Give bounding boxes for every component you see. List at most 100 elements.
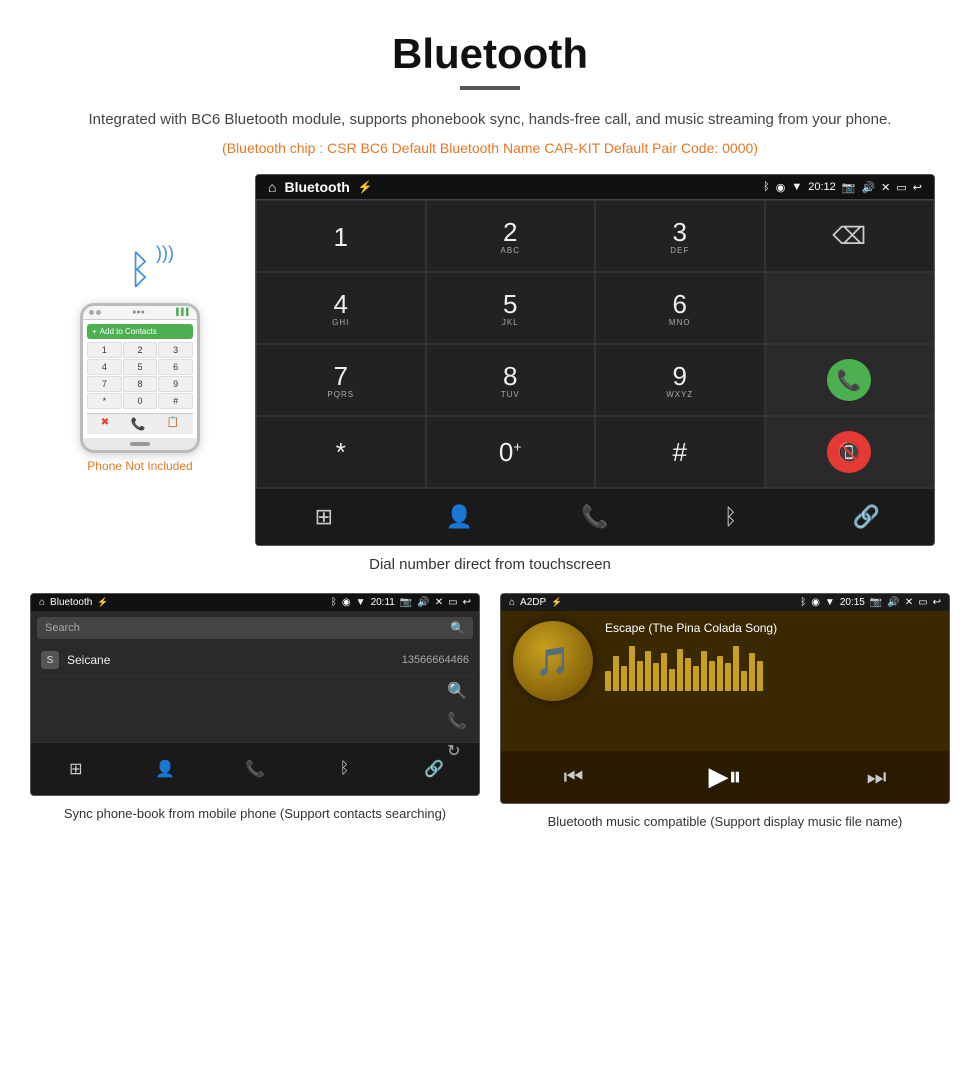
music-content: 🎵 Escape (The Pina Colada Song) bbox=[501, 611, 949, 751]
dial-caption: Dial number direct from touchscreen bbox=[0, 556, 980, 573]
phonebook-screenshot: ⌂ Bluetooth ⚡ ᛒ ◉ ▼ 20:11 📷 🔊 ✕ ▭ ↩ bbox=[30, 593, 480, 832]
key-1[interactable]: 1 bbox=[256, 200, 426, 272]
contacts-nav-icon[interactable]: 👤 bbox=[437, 499, 481, 535]
music-time: 20:15 bbox=[840, 597, 865, 608]
time-display: 20:12 bbox=[808, 181, 836, 193]
description-text: Integrated with BC6 Bluetooth module, su… bbox=[0, 108, 980, 132]
pb-bottom-nav: ⊞ 👤 📞 ᛒ 🔗 bbox=[31, 742, 479, 795]
music-note-icon: 🎵 bbox=[536, 645, 571, 678]
key-star[interactable]: * bbox=[256, 416, 426, 488]
eq-bar bbox=[693, 666, 699, 691]
key-6[interactable]: 6MNO bbox=[595, 272, 765, 344]
song-title: Escape (The Pina Colada Song) bbox=[605, 621, 937, 635]
eq-bar bbox=[685, 658, 691, 691]
empty-cell-1 bbox=[765, 272, 935, 344]
music-back-icon[interactable]: ↩ bbox=[933, 597, 941, 608]
pb-time: 20:11 bbox=[371, 597, 395, 608]
key-8[interactable]: 8TUV bbox=[426, 344, 596, 416]
key-7[interactable]: 7PQRS bbox=[256, 344, 426, 416]
pb-nav-grid-icon[interactable]: ⊞ bbox=[54, 751, 98, 787]
music-home-icon[interactable]: ⌂ bbox=[509, 597, 515, 608]
eq-bar bbox=[725, 663, 731, 691]
eq-bar bbox=[629, 646, 635, 691]
close-icon[interactable]: ✕ bbox=[881, 181, 890, 194]
bottom-screenshots-row: ⌂ Bluetooth ⚡ ᛒ ◉ ▼ 20:11 📷 🔊 ✕ ▭ ↩ bbox=[0, 593, 980, 832]
pb-content: Search 🔍 S Seicane 13566664466 🔍 📞 bbox=[31, 611, 479, 795]
bluetooth-nav-icon[interactable]: ᛒ bbox=[709, 499, 753, 535]
phonebook-caption: Sync phone-book from mobile phone (Suppo… bbox=[30, 804, 480, 824]
key-2[interactable]: 2ABC bbox=[426, 200, 596, 272]
prev-button[interactable]: ⏮ bbox=[564, 764, 584, 790]
wifi-signal-icon: ))) bbox=[156, 243, 174, 264]
pb-contact-row: S Seicane 13566664466 bbox=[37, 645, 473, 676]
pb-side-refresh-icon[interactable]: ↻ bbox=[447, 741, 467, 761]
music-screenshot: ⌂ A2DP ⚡ ᛒ ◉ ▼ 20:15 📷 🔊 ✕ ▭ ↩ bbox=[500, 593, 950, 832]
key-hash[interactable]: # bbox=[595, 416, 765, 488]
album-art: 🎵 bbox=[513, 621, 593, 701]
link-nav-icon[interactable]: 🔗 bbox=[844, 499, 888, 535]
pb-side-search-icon[interactable]: 🔍 bbox=[447, 681, 467, 701]
music-close-icon[interactable]: ✕ bbox=[905, 597, 913, 608]
phone-nav-icon[interactable]: 📞 bbox=[573, 499, 617, 535]
eq-bar bbox=[605, 671, 611, 691]
home-icon[interactable]: ⌂ bbox=[268, 179, 276, 195]
key-4[interactable]: 4GHI bbox=[256, 272, 426, 344]
pb-search-icon: 🔍 bbox=[450, 621, 465, 635]
pb-back-icon[interactable]: ↩ bbox=[463, 597, 471, 608]
pb-nav-bt-icon[interactable]: ᛒ bbox=[323, 751, 367, 787]
bottom-nav-bar: ⊞ 👤 📞 ᛒ 🔗 bbox=[256, 488, 934, 545]
grid-nav-icon[interactable]: ⊞ bbox=[302, 499, 346, 535]
music-frame: ⌂ A2DP ⚡ ᛒ ◉ ▼ 20:15 📷 🔊 ✕ ▭ ↩ bbox=[500, 593, 950, 804]
window-icon[interactable]: ▭ bbox=[896, 181, 906, 194]
pb-nav-user-icon[interactable]: 👤 bbox=[143, 751, 187, 787]
pb-close-icon[interactable]: ✕ bbox=[435, 597, 443, 608]
pb-home-icon[interactable]: ⌂ bbox=[39, 597, 45, 608]
pb-status-bar: ⌂ Bluetooth ⚡ ᛒ ◉ ▼ 20:11 📷 🔊 ✕ ▭ ↩ bbox=[31, 594, 479, 611]
key-9[interactable]: 9WXYZ bbox=[595, 344, 765, 416]
phone-not-included-label: Phone Not Included bbox=[87, 459, 192, 473]
next-button[interactable]: ⏭ bbox=[867, 764, 887, 790]
music-controls: ⏮ ▶⏸ ⏭ bbox=[501, 751, 949, 803]
signal-icon: ▼ bbox=[791, 181, 802, 193]
play-pause-button[interactable]: ▶⏸ bbox=[709, 761, 742, 793]
eq-bar bbox=[645, 651, 651, 691]
page-title: Bluetooth bbox=[0, 0, 980, 86]
pb-search-bar[interactable]: Search 🔍 bbox=[37, 617, 473, 639]
eq-bar bbox=[709, 661, 715, 691]
status-bar: ⌂ Bluetooth ⚡ ᛒ ◉ ▼ 20:12 📷 🔊 ✕ ▭ ↩ bbox=[256, 175, 934, 199]
equalizer bbox=[605, 641, 937, 691]
eq-bar bbox=[613, 656, 619, 691]
eq-bar bbox=[757, 661, 763, 691]
pb-side-phone-icon[interactable]: 📞 bbox=[447, 711, 467, 731]
eq-bar bbox=[749, 653, 755, 691]
music-status-bar: ⌂ A2DP ⚡ ᛒ ◉ ▼ 20:15 📷 🔊 ✕ ▭ ↩ bbox=[501, 594, 949, 611]
pb-nav-phone-icon[interactable]: 📞 bbox=[233, 751, 277, 787]
eq-bar bbox=[741, 671, 747, 691]
call-red-button[interactable]: 📵 bbox=[765, 416, 935, 488]
call-green-button[interactable]: 📞 bbox=[765, 344, 935, 416]
pb-window-icon[interactable]: ▭ bbox=[448, 597, 457, 608]
volume-icon: 🔊 bbox=[861, 181, 875, 194]
back-icon[interactable]: ↩ bbox=[913, 181, 922, 194]
music-caption: Bluetooth music compatible (Support disp… bbox=[500, 812, 950, 832]
phonebook-frame: ⌂ Bluetooth ⚡ ᛒ ◉ ▼ 20:11 📷 🔊 ✕ ▭ ↩ bbox=[30, 593, 480, 796]
eq-bar bbox=[677, 649, 683, 691]
key-0[interactable]: 0+ bbox=[426, 416, 596, 488]
pb-vol-icon: 🔊 bbox=[417, 597, 429, 608]
pb-camera-icon: 📷 bbox=[400, 597, 412, 608]
pb-title: Bluetooth bbox=[50, 597, 92, 608]
pb-contact-name: Seicane bbox=[67, 653, 110, 667]
music-usb-icon: ⚡ bbox=[551, 597, 562, 608]
pb-signal-icon: ▼ bbox=[356, 597, 366, 608]
backspace-key[interactable]: ⌫ bbox=[765, 200, 935, 272]
key-5[interactable]: 5JKL bbox=[426, 272, 596, 344]
key-3[interactable]: 3DEF bbox=[595, 200, 765, 272]
music-bt-icon: ᛒ bbox=[800, 597, 806, 608]
usb-icon: ⚡ bbox=[358, 180, 373, 194]
music-window-icon[interactable]: ▭ bbox=[918, 597, 927, 608]
music-camera-icon: 📷 bbox=[870, 597, 882, 608]
music-title-label: A2DP bbox=[520, 597, 546, 608]
pb-usb-icon: ⚡ bbox=[97, 597, 108, 608]
pb-contact-phone: 13566664466 bbox=[402, 654, 469, 666]
music-loc-icon: ◉ bbox=[811, 597, 820, 608]
